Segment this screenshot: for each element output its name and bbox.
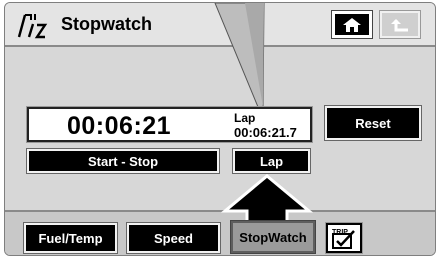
home-icon	[343, 17, 361, 32]
lap-button[interactable]: Lap	[232, 148, 311, 174]
lap-label: Lap	[234, 111, 256, 125]
tab-stopwatch[interactable]: StopWatch	[230, 220, 316, 254]
trip-check-icon: TRIP	[332, 229, 355, 249]
tab-fuel-temp[interactable]: Fuel/Temp	[23, 222, 118, 254]
time-display: 00:06:21 Lap 00:06:21.7	[27, 107, 312, 142]
svg-text:TRIP: TRIP	[332, 229, 348, 236]
start-stop-button[interactable]: Start - Stop	[26, 148, 220, 174]
home-button[interactable]	[331, 10, 373, 39]
stopwatch-app-icon	[17, 14, 48, 39]
page-title: Stopwatch	[61, 14, 153, 34]
tab-trip[interactable]: TRIP	[325, 222, 363, 254]
lap-time: 00:06:21.7	[234, 125, 297, 140]
stopwatch-screen: Stopwatch 00:06:21 Lap 00:06:21.7 Reset …	[4, 2, 436, 256]
back-button[interactable]	[379, 10, 421, 39]
reset-button[interactable]: Reset	[324, 105, 422, 141]
tab-speed[interactable]: Speed	[126, 222, 221, 254]
back-icon	[391, 18, 408, 31]
elapsed-time: 00:06:21	[67, 112, 172, 140]
header-bar: Stopwatch	[5, 3, 435, 47]
